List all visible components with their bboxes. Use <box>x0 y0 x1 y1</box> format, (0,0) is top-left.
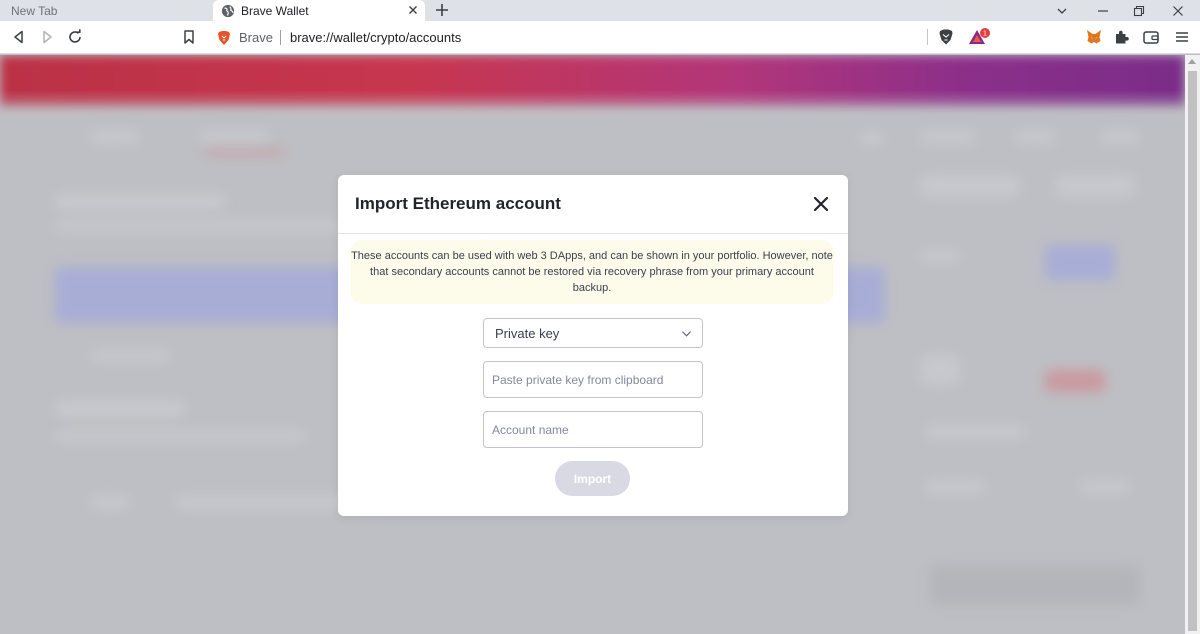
forward-icon[interactable] <box>39 29 55 45</box>
minimize-icon <box>1098 9 1108 12</box>
tab-search-button[interactable] <box>1044 0 1080 21</box>
brave-rewards-icon[interactable]: 1 <box>967 27 993 47</box>
url-text[interactable]: brave://wallet/crypto/accounts <box>290 30 461 45</box>
globe-icon <box>221 4 235 17</box>
scrollbar-thumb[interactable] <box>1188 71 1197 631</box>
close-window-button[interactable] <box>1160 0 1196 21</box>
tab-title: New Tab <box>11 3 58 18</box>
brave-lion-icon <box>218 30 230 45</box>
tab-strip: New Tab Brave Wallet <box>0 0 1200 21</box>
back-icon[interactable] <box>11 29 27 45</box>
restore-icon <box>1133 5 1145 16</box>
private-key-input[interactable] <box>483 361 703 398</box>
menu-icon[interactable] <box>1173 28 1191 46</box>
chevron-down-icon <box>681 331 692 337</box>
close-icon[interactable] <box>812 195 830 213</box>
tab-new-tab[interactable]: New Tab <box>0 0 210 21</box>
site-label: Brave <box>239 30 273 45</box>
modal-divider <box>338 233 848 234</box>
import-account-modal: Import Ethereum account These accounts c… <box>338 175 848 516</box>
browser-toolbar: Brave brave://wallet/crypto/accounts 1 <box>0 21 1200 54</box>
secondary-account-warning: These accounts can be used with web 3 DA… <box>350 240 834 304</box>
close-icon <box>1173 5 1183 16</box>
import-button[interactable]: Import <box>555 461 630 496</box>
close-tab-icon[interactable] <box>406 3 420 17</box>
account-name-input[interactable] <box>483 411 703 448</box>
extensions-puzzle-icon[interactable] <box>1113 28 1131 46</box>
address-bar[interactable]: Brave brave://wallet/crypto/accounts <box>210 25 1006 50</box>
wallet-icon[interactable] <box>1142 28 1160 46</box>
reload-icon[interactable] <box>67 29 83 45</box>
bookmark-icon[interactable] <box>181 29 197 45</box>
import-type-select[interactable]: Private key <box>483 318 703 348</box>
chevron-down-icon <box>1057 8 1067 14</box>
brave-shields-icon[interactable] <box>937 28 955 46</box>
scroll-up-icon[interactable] <box>1188 59 1196 64</box>
tab-title: Brave Wallet <box>241 3 309 18</box>
metamask-extension-icon[interactable] <box>1085 28 1103 46</box>
page-scrollbar[interactable] <box>1185 55 1200 634</box>
minimize-button[interactable] <box>1085 0 1121 21</box>
import-type-selected: Private key <box>495 325 560 341</box>
modal-title: Import Ethereum account <box>355 194 561 213</box>
omnibox-separator <box>279 30 281 45</box>
omnibox-divider <box>927 29 928 45</box>
new-tab-icon[interactable] <box>433 1 451 19</box>
rewards-badge: 1 <box>983 31 987 38</box>
restore-button[interactable] <box>1121 0 1157 21</box>
tab-brave-wallet[interactable]: Brave Wallet <box>213 0 425 21</box>
